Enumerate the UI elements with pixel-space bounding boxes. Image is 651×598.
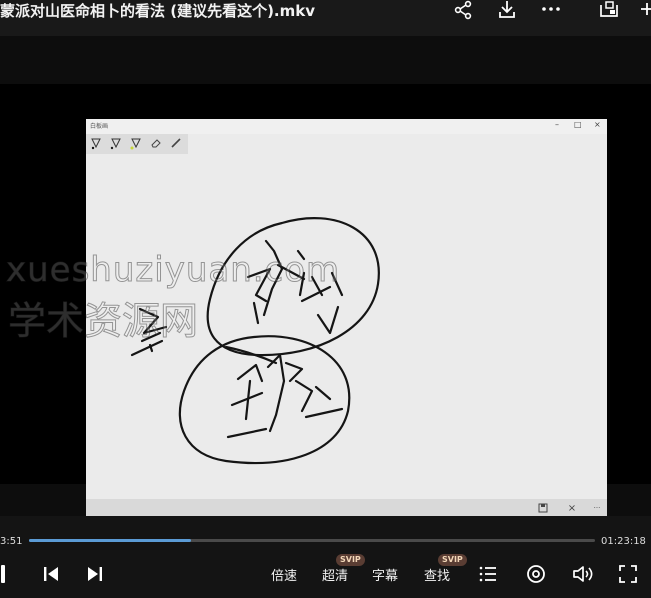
next-button[interactable]	[84, 562, 106, 586]
current-time: 3:51	[0, 536, 23, 547]
progress-fill	[29, 539, 192, 542]
speed-button[interactable]: 倍速	[271, 565, 297, 584]
play-pause-button[interactable]	[0, 562, 8, 586]
top-bar: 蒙派对山医命相卜的看法 (建议先看这个).mkv	[0, 0, 651, 36]
pip-icon[interactable]	[597, 0, 621, 20]
search-button[interactable]: 查找	[424, 565, 450, 584]
video-title: 蒙派对山医命相卜的看法 (建议先看这个).mkv	[0, 2, 316, 20]
watermark-cjk: 学术资源网	[7, 299, 199, 344]
previous-button[interactable]	[40, 562, 62, 586]
download-icon[interactable]	[495, 0, 519, 20]
subtitle-button[interactable]: 字幕	[372, 565, 398, 584]
playlist-icon[interactable]	[477, 562, 499, 586]
search-svip-badge: SVIP	[438, 554, 467, 566]
lower-glyph	[226, 353, 344, 439]
quality-button[interactable]: 超清	[322, 565, 348, 584]
record-icon[interactable]	[525, 562, 547, 586]
watermark-latin: xueshuziyuan.com	[5, 250, 341, 291]
volume-icon[interactable]	[572, 562, 594, 586]
total-time: 01:23:18	[601, 536, 646, 547]
quality-svip-badge: SVIP	[336, 554, 365, 566]
fullscreen-icon[interactable]	[617, 562, 639, 586]
add-icon[interactable]	[639, 0, 651, 20]
share-icon[interactable]	[451, 0, 475, 20]
progress-bar[interactable]	[29, 539, 595, 542]
more-icon[interactable]	[539, 0, 563, 20]
